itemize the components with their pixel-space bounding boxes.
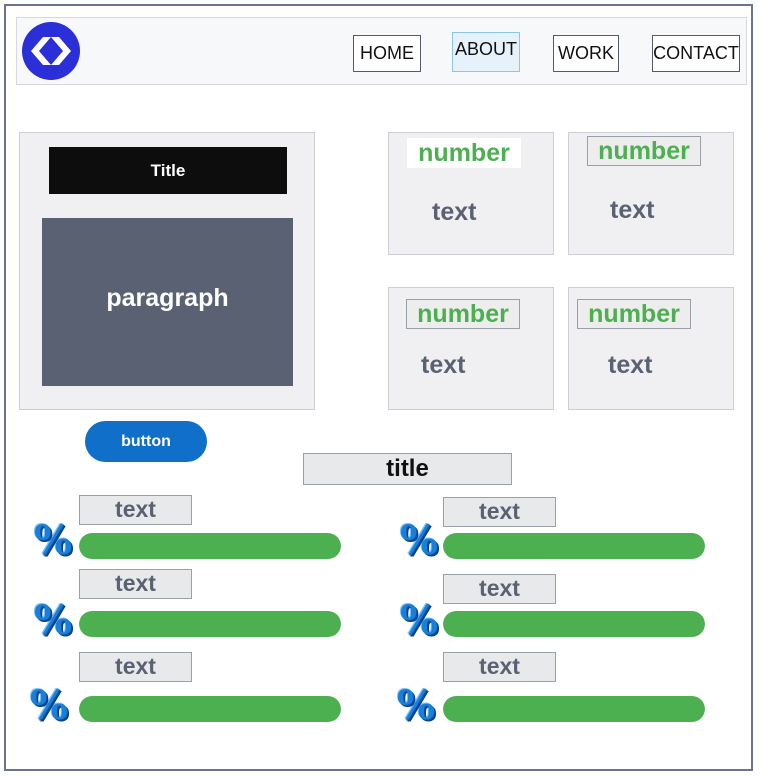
- nav-work-button[interactable]: WORK: [553, 35, 619, 72]
- skill-bar-2: [79, 611, 341, 637]
- intro-title: Title: [49, 147, 287, 194]
- skill-bar-1: [79, 533, 341, 559]
- skill-bar-fill: [443, 611, 705, 637]
- percent-icon: %: [34, 517, 73, 564]
- skill-label-6: text: [443, 652, 556, 682]
- intro-paragraph: paragraph: [42, 218, 293, 386]
- stat-number-4: number: [577, 299, 691, 329]
- nav-home-button[interactable]: HOME: [353, 35, 421, 72]
- stat-text-3: text: [421, 351, 466, 379]
- stat-number-3: number: [406, 299, 520, 329]
- skill-bar-fill: [443, 533, 705, 559]
- percent-icon: %: [397, 682, 436, 729]
- nav-about-button[interactable]: ABOUT: [452, 32, 520, 72]
- skill-bar-3: [79, 696, 341, 722]
- skills-title: title: [303, 453, 512, 485]
- logo-icon[interactable]: [21, 21, 81, 81]
- skill-label-5: text: [443, 574, 556, 604]
- stat-text-2: text: [610, 196, 655, 224]
- intro-button[interactable]: button: [85, 421, 207, 462]
- stat-number-1: number: [407, 138, 521, 168]
- stat-number-2: number: [587, 136, 701, 166]
- percent-icon: %: [34, 597, 73, 644]
- skill-label-4: text: [443, 497, 556, 527]
- skill-bar-fill: [443, 696, 705, 722]
- stat-text-4: text: [608, 351, 653, 379]
- skill-label-1: text: [79, 495, 192, 525]
- skill-bar-5: [443, 611, 705, 637]
- skill-bar-fill: [79, 611, 341, 637]
- percent-icon: %: [400, 517, 439, 564]
- percent-icon: %: [30, 682, 69, 729]
- skill-bar-fill: [79, 696, 341, 722]
- skill-bar-fill: [79, 533, 341, 559]
- stat-text-1: text: [432, 198, 477, 226]
- skill-bar-6: [443, 696, 705, 722]
- skill-label-3: text: [79, 652, 192, 682]
- skill-bar-4: [443, 533, 705, 559]
- nav-contact-button[interactable]: CONTACT: [652, 35, 740, 72]
- percent-icon: %: [400, 597, 439, 644]
- skill-label-2: text: [79, 569, 192, 599]
